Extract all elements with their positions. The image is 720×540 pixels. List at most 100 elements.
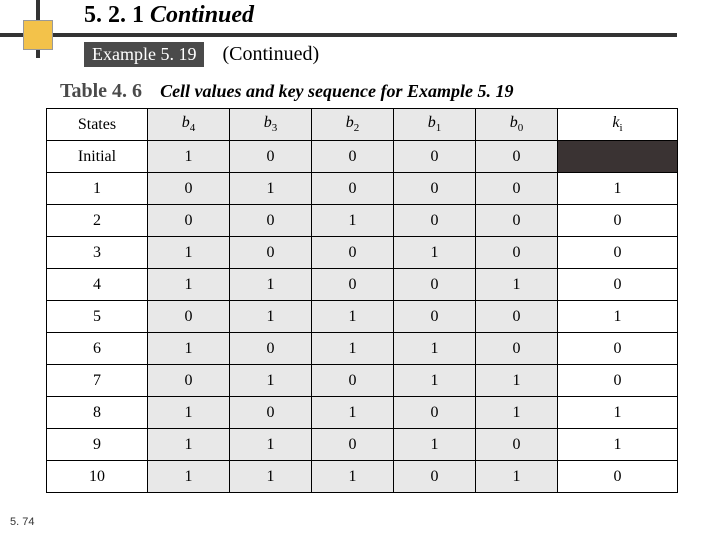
cell-b1: 0 <box>394 205 476 237</box>
cell-b2: 1 <box>311 205 393 237</box>
cell-b0: 0 <box>476 237 558 269</box>
cell-b0: 0 <box>476 173 558 205</box>
cell-state: Initial <box>47 141 148 173</box>
cell-state: 3 <box>47 237 148 269</box>
cell-state: 2 <box>47 205 148 237</box>
table-row: 5011001 <box>47 301 678 333</box>
cell-state: 6 <box>47 333 148 365</box>
cell-state: 9 <box>47 429 148 461</box>
cell-b0: 1 <box>476 365 558 397</box>
cell-b1: 1 <box>394 237 476 269</box>
cell-ki: 0 <box>558 205 678 237</box>
cell-b2: 1 <box>311 333 393 365</box>
th-b3: b3 <box>229 109 311 141</box>
table-row: 6101100 <box>47 333 678 365</box>
cell-ki: 1 <box>558 173 678 205</box>
cell-b4: 0 <box>147 205 229 237</box>
th-ki: ki <box>558 109 678 141</box>
cell-ki: 0 <box>558 237 678 269</box>
cell-b1: 0 <box>394 173 476 205</box>
cell-b0: 0 <box>476 205 558 237</box>
cell-b2: 1 <box>311 461 393 493</box>
cell-b1: 1 <box>394 429 476 461</box>
cell-ki: 0 <box>558 461 678 493</box>
deco-square <box>23 20 53 50</box>
table-caption: Cell values and key sequence for Example… <box>160 81 513 102</box>
th-b1: b1 <box>394 109 476 141</box>
cell-state: 8 <box>47 397 148 429</box>
cell-b3: 1 <box>229 461 311 493</box>
cell-b4: 1 <box>147 269 229 301</box>
cell-b4: 1 <box>147 237 229 269</box>
cell-b0: 0 <box>476 333 558 365</box>
table-row: 7010110 <box>47 365 678 397</box>
cell-b2: 0 <box>311 173 393 205</box>
cell-b3: 1 <box>229 365 311 397</box>
cell-b4: 1 <box>147 333 229 365</box>
cell-b0: 0 <box>476 429 558 461</box>
cell-b3: 0 <box>229 205 311 237</box>
cell-b3: 0 <box>229 141 311 173</box>
continued-label: (Continued) <box>222 43 319 66</box>
cell-b3: 1 <box>229 269 311 301</box>
table-row: 10111010 <box>47 461 678 493</box>
cell-ki: 0 <box>558 365 678 397</box>
table-caption-row: Table 4. 6 Cell values and key sequence … <box>60 80 514 103</box>
table-row: 1010001 <box>47 173 678 205</box>
table-row: 9110101 <box>47 429 678 461</box>
cell-b3: 1 <box>229 429 311 461</box>
example-badge: Example 5. 19 <box>84 42 204 67</box>
cell-b3: 0 <box>229 237 311 269</box>
cell-b2: 0 <box>311 429 393 461</box>
cell-b4: 0 <box>147 173 229 205</box>
cell-b2: 0 <box>311 269 393 301</box>
cell-ki <box>558 141 678 173</box>
cell-b1: 1 <box>394 333 476 365</box>
table-row: 8101011 <box>47 397 678 429</box>
table-number: Table 4. 6 <box>60 80 142 103</box>
cell-b1: 0 <box>394 141 476 173</box>
th-b4: b4 <box>147 109 229 141</box>
section-continued: Continued <box>150 2 254 28</box>
th-b0: b0 <box>476 109 558 141</box>
cell-ki: 1 <box>558 429 678 461</box>
cell-b3: 0 <box>229 333 311 365</box>
cell-ki: 1 <box>558 301 678 333</box>
data-table-wrap: States b4 b3 b2 b1 b0 ki Initial10000101… <box>46 108 678 493</box>
cell-b3: 0 <box>229 397 311 429</box>
cell-b4: 0 <box>147 301 229 333</box>
th-b2: b2 <box>311 109 393 141</box>
cell-b1: 0 <box>394 461 476 493</box>
page-number: 5. 74 <box>10 516 34 528</box>
cell-state: 4 <box>47 269 148 301</box>
cell-b2: 0 <box>311 141 393 173</box>
table-row: Initial10000 <box>47 141 678 173</box>
table-row: 4110010 <box>47 269 678 301</box>
cell-b3: 1 <box>229 301 311 333</box>
cell-b1: 0 <box>394 269 476 301</box>
th-states: States <box>47 109 148 141</box>
cell-state: 7 <box>47 365 148 397</box>
table-row: 3100100 <box>47 237 678 269</box>
cell-state: 10 <box>47 461 148 493</box>
cell-b1: 0 <box>394 397 476 429</box>
cell-b2: 1 <box>311 397 393 429</box>
cell-state: 5 <box>47 301 148 333</box>
cell-b2: 0 <box>311 237 393 269</box>
cell-ki: 1 <box>558 397 678 429</box>
cell-b4: 1 <box>147 141 229 173</box>
cell-b4: 0 <box>147 365 229 397</box>
table-row: 2001000 <box>47 205 678 237</box>
table-header-row: States b4 b3 b2 b1 b0 ki <box>47 109 678 141</box>
table-body: Initial100001010001200100031001004110010… <box>47 141 678 493</box>
cell-ki: 0 <box>558 333 678 365</box>
cell-b0: 1 <box>476 269 558 301</box>
cell-b4: 1 <box>147 429 229 461</box>
cell-b2: 0 <box>311 365 393 397</box>
cell-b0: 1 <box>476 397 558 429</box>
deco-line-right <box>53 33 677 37</box>
cell-ki: 0 <box>558 269 678 301</box>
section-title: 5. 2. 1 Continued <box>84 2 254 29</box>
data-table: States b4 b3 b2 b1 b0 ki Initial10000101… <box>46 108 678 493</box>
cell-b0: 0 <box>476 141 558 173</box>
